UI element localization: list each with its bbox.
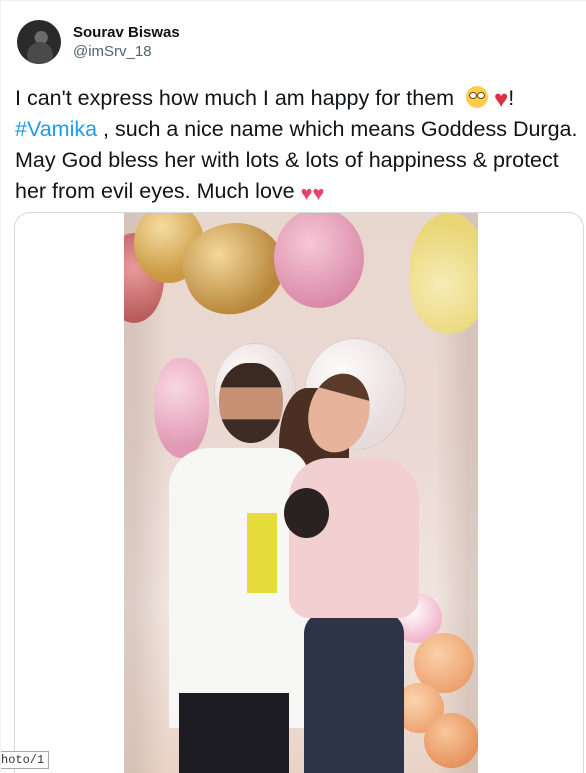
tweet-text-body: , such a nice name which means Goddess D… bbox=[15, 117, 578, 203]
author-handle[interactable]: @imSrv_18 bbox=[73, 42, 180, 61]
tweet-text: I can't express how much I am happy for … bbox=[15, 83, 580, 210]
person-woman bbox=[289, 458, 419, 618]
person-woman-legs bbox=[304, 613, 404, 773]
author-display-name[interactable]: Sourav Biswas bbox=[73, 23, 180, 42]
tweet-card[interactable]: Sourav Biswas @imSrv_18 I can't express … bbox=[0, 0, 586, 773]
avatar[interactable] bbox=[17, 20, 61, 64]
person-man-legs bbox=[179, 693, 289, 773]
balloon bbox=[409, 213, 478, 333]
hashtag-link[interactable]: #Vamika bbox=[15, 117, 97, 141]
shirt-print bbox=[247, 513, 277, 593]
photo-url-tag: hoto/1 bbox=[1, 751, 50, 769]
rolling-eyes-emoji-icon bbox=[466, 86, 489, 108]
person-man bbox=[169, 448, 309, 728]
tweet-text-exclaim: ! bbox=[508, 86, 515, 110]
tweet-text-line1: I can't express how much I am happy for … bbox=[15, 86, 461, 110]
balloon bbox=[424, 713, 478, 768]
tweet-header: Sourav Biswas @imSrv_18 bbox=[17, 15, 180, 69]
balloon bbox=[154, 358, 209, 458]
author-names: Sourav Biswas @imSrv_18 bbox=[73, 23, 180, 61]
two-hearts-emoji-icon: ♥♥ bbox=[300, 183, 325, 205]
red-heart-emoji-icon: ♥ bbox=[494, 86, 509, 113]
tweet-media[interactable] bbox=[14, 212, 584, 773]
baby bbox=[284, 488, 329, 538]
person-man-head bbox=[219, 363, 283, 443]
tweet-photo[interactable] bbox=[124, 213, 478, 773]
